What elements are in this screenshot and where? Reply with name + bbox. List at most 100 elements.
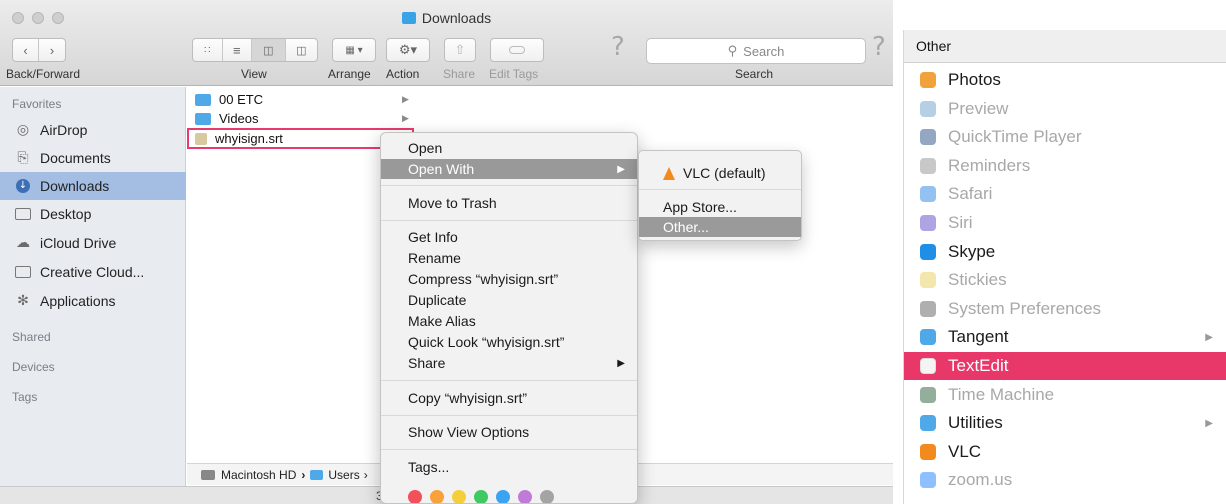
menu-separator [639, 189, 801, 190]
menu-item-make-alias[interactable]: Make Alias [381, 311, 637, 331]
sidebar-item-downloads[interactable]: ↓ Downloads [0, 172, 186, 200]
sidebar-item-applications[interactable]: ✻ Applications [0, 287, 186, 315]
menu-item-share[interactable]: Share ▶ [381, 353, 637, 373]
chooser-header: Other [904, 30, 1226, 63]
list-item[interactable]: 00 ETC ▶ [187, 91, 412, 108]
app-item-safari[interactable]: Safari [904, 180, 1226, 208]
safari-icon [920, 186, 936, 202]
app-item-quicktime-player[interactable]: QuickTime Player [904, 123, 1226, 151]
menu-item-move-to-trash[interactable]: Move to Trash [381, 193, 637, 213]
app-name: Stickies [948, 270, 1007, 289]
app-item-tangent[interactable]: Tangent ▶ [904, 323, 1226, 351]
column-view-button[interactable]: ◫ [252, 39, 286, 61]
app-item-zoom-us[interactable]: zoom.us [904, 466, 1226, 494]
menu-item-compress[interactable]: Compress “whyisign.srt” [381, 269, 637, 289]
menu-item-rename[interactable]: Rename [381, 248, 637, 268]
share-button[interactable]: ⇧ [444, 38, 476, 62]
sidebar-item-icloud-drive[interactable]: ☁ iCloud Drive [0, 229, 186, 257]
app-name: zoom.us [948, 470, 1013, 489]
tag-red-dot[interactable] [408, 490, 422, 503]
chevron-left-icon: ‹ [23, 42, 28, 58]
tag-color-row [408, 490, 562, 503]
edit-tags-button[interactable] [490, 38, 544, 62]
skype-icon [920, 244, 936, 260]
list-item-selected-file[interactable]: whyisign.srt [187, 128, 414, 149]
action-label: Action [386, 67, 420, 81]
columns-icon: ◫ [263, 44, 274, 57]
menu-item-open[interactable]: Open [381, 138, 637, 158]
menu-item-tags[interactable]: Tags... [381, 457, 637, 477]
airdrop-icon: ◎ [16, 122, 30, 138]
downloads-folder-icon [401, 12, 416, 24]
app-item-textedit[interactable]: TextEdit [904, 352, 1226, 380]
sidebar: Favorites ◎ AirDrop ⎘ Documents ↓ Downloads… [0, 87, 186, 504]
menu-item-open-with[interactable]: Open With ▶ [381, 159, 637, 179]
forward-button[interactable]: › [39, 39, 65, 61]
folder-icon [920, 329, 936, 345]
app-item-system-preferences[interactable]: System Preferences [904, 295, 1226, 323]
tag-blue-dot[interactable] [496, 490, 510, 503]
tag-orange-dot[interactable] [430, 490, 444, 503]
submenu-item-app-store[interactable]: App Store... [639, 197, 801, 217]
app-name: Time Machine [948, 385, 1055, 404]
chevron-right-icon: › [49, 42, 55, 58]
folder-icon [195, 112, 211, 125]
submenu-arrow-icon: ▶ [617, 163, 625, 175]
icon-view-button[interactable]: ∷ [193, 39, 223, 61]
action-button[interactable]: ⚙▾ [386, 38, 430, 62]
reminders-icon [920, 158, 936, 174]
path-folder[interactable]: Users [328, 468, 359, 482]
app-item-siri[interactable]: Siri [904, 209, 1226, 237]
arrange-grid-icon: ▦ ▾ [345, 44, 363, 56]
tag-green-dot[interactable] [474, 490, 488, 503]
menu-item-quick-look[interactable]: Quick Look “whyisign.srt” [381, 332, 637, 352]
tag-yellow-dot[interactable] [452, 490, 466, 503]
window-title: Downloads [0, 10, 893, 26]
system-preferences-icon [920, 301, 936, 317]
list-item[interactable]: Videos ▶ [187, 110, 412, 127]
submenu-item-vlc[interactable]: VLC (default) [639, 163, 801, 183]
app-item-preview[interactable]: Preview [904, 95, 1226, 123]
help-icon[interactable]: ? [872, 32, 886, 62]
sidebar-item-creative-cloud[interactable]: Creative Cloud... [0, 258, 186, 286]
app-item-skype[interactable]: Skype [904, 238, 1226, 266]
shared-header: Shared [12, 330, 51, 344]
title-bar: Downloads ‹ › Back/Forward ∷ ≡ ◫ ◫ View … [0, 0, 893, 86]
app-name: TextEdit [948, 356, 1009, 375]
search-field[interactable]: ⚲ Search [646, 38, 866, 64]
app-item-vlc[interactable]: VLC [904, 438, 1226, 466]
app-name: Utilities [948, 413, 1003, 432]
app-item-time-machine[interactable]: Time Machine [904, 381, 1226, 409]
list-view-button[interactable]: ≡ [223, 39, 253, 61]
sidebar-item-desktop[interactable]: Desktop [0, 200, 186, 228]
app-item-stickies[interactable]: Stickies [904, 266, 1226, 294]
stickies-icon [920, 272, 936, 288]
tag-gray-dot[interactable] [540, 490, 554, 503]
menu-item-duplicate[interactable]: Duplicate [381, 290, 637, 310]
hard-drive-icon [201, 469, 215, 480]
sidebar-item-airdrop[interactable]: ◎ AirDrop [0, 116, 186, 144]
zoom-icon [920, 472, 936, 488]
path-drive[interactable]: Macintosh HD [221, 468, 296, 482]
app-item-photos[interactable]: Photos [904, 66, 1226, 94]
cover-flow-button[interactable]: ◫ [286, 39, 317, 61]
tags-header: Tags [12, 390, 38, 404]
submenu-item-other[interactable]: Other... [639, 217, 801, 237]
menu-item-copy[interactable]: Copy “whyisign.srt” [381, 388, 637, 408]
tag-purple-dot[interactable] [518, 490, 532, 503]
menu-separator [381, 449, 637, 450]
app-item-reminders[interactable]: Reminders [904, 152, 1226, 180]
documents-icon: ⎘ [17, 150, 29, 166]
sidebar-item-documents[interactable]: ⎘ Documents [0, 144, 186, 172]
desktop-icon [14, 207, 32, 221]
app-name: Tangent [948, 327, 1009, 346]
menu-item-get-info[interactable]: Get Info [381, 227, 637, 247]
context-menu: Open Open With ▶ Move to Trash Get Info … [380, 132, 638, 504]
arrange-button[interactable]: ▦ ▾ [332, 38, 376, 62]
folder-icon [14, 265, 32, 279]
help-icon[interactable]: ? [611, 32, 625, 62]
menu-item-show-view-options[interactable]: Show View Options [381, 422, 637, 442]
utilities-folder-icon [920, 415, 936, 431]
app-item-utilities[interactable]: Utilities ▶ [904, 409, 1226, 437]
back-button[interactable]: ‹ [13, 39, 40, 61]
